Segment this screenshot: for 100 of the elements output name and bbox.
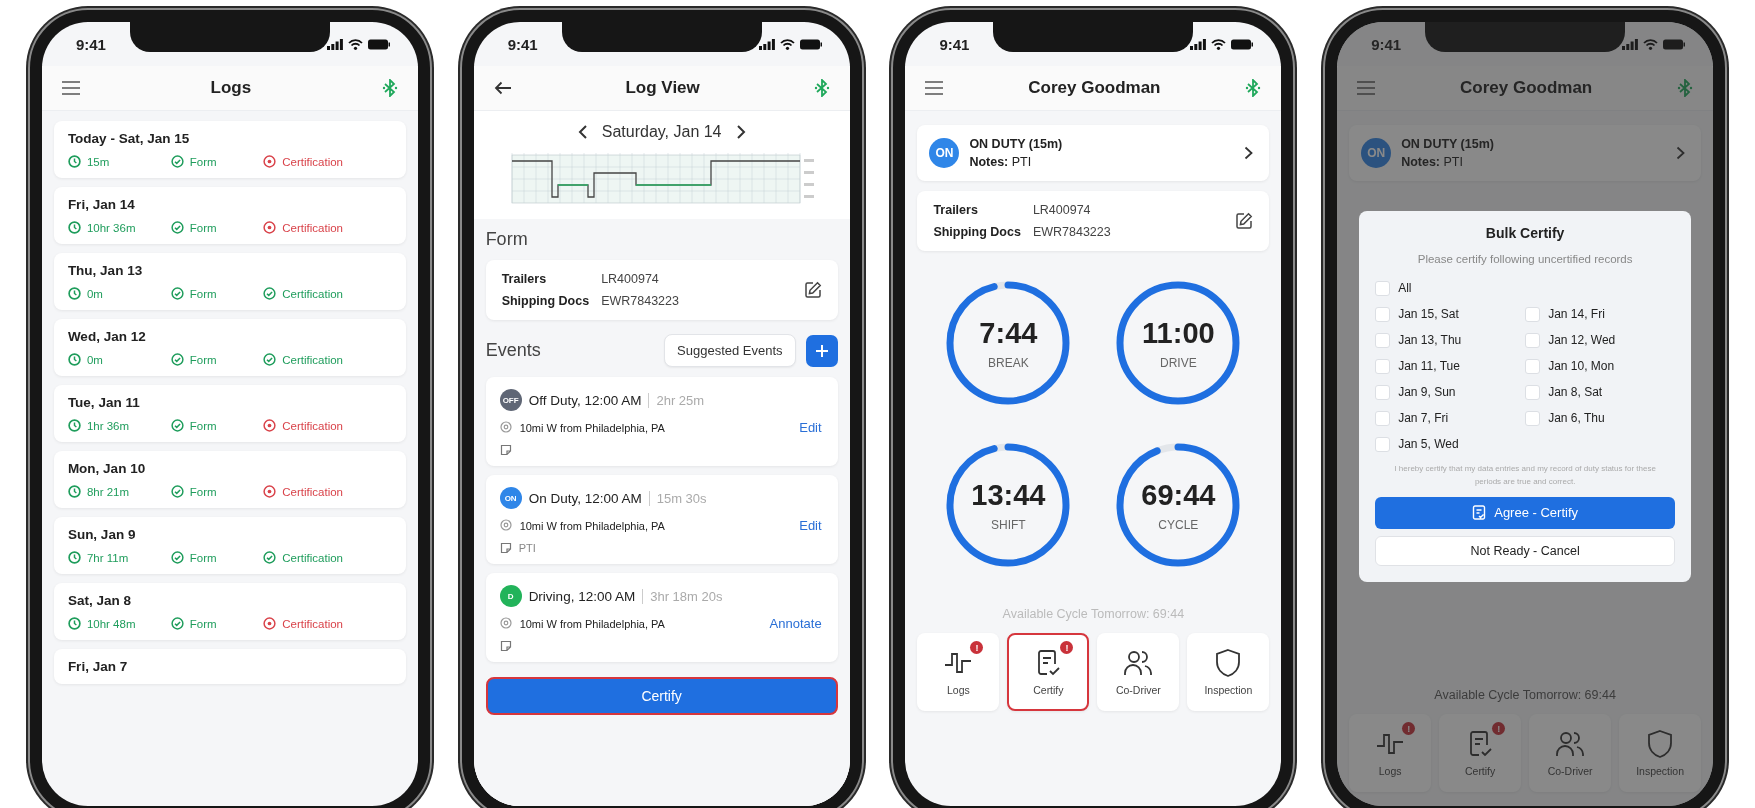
battery-icon: [799, 38, 822, 50]
chevron-left-icon[interactable]: [577, 125, 588, 139]
battery-icon: [1231, 38, 1254, 50]
checkbox[interactable]: [1525, 306, 1541, 322]
menu-icon[interactable]: [61, 81, 80, 95]
log-day-card[interactable]: Sun, Jan 9 7hr 11m Form Certification: [53, 517, 406, 574]
battery-icon: [1663, 38, 1686, 50]
field-value: LR400974: [601, 272, 660, 286]
duty-status-card[interactable]: ON ON DUTY (15m) Notes: PTI: [917, 125, 1270, 181]
chevron-right-icon[interactable]: [735, 125, 746, 139]
plus-icon: [814, 343, 829, 358]
drive-duration: 0m: [86, 287, 103, 300]
tab-button[interactable]: Logs !: [917, 633, 1000, 711]
note-icon[interactable]: [499, 542, 512, 554]
tab-button[interactable]: Certify !: [1007, 633, 1090, 711]
menu-icon[interactable]: [1357, 81, 1376, 95]
field-label: Trailers: [933, 203, 979, 217]
checkbox-label: Jan 12, Wed: [1548, 333, 1616, 347]
event-duration: 3hr 18m 20s: [642, 588, 723, 604]
status-time: 9:41: [75, 35, 106, 53]
log-date: Sun, Jan 9: [67, 527, 137, 542]
checkbox[interactable]: [1375, 384, 1391, 400]
duty-notes: Notes: PTI: [969, 155, 1033, 169]
bluetooth-icon[interactable]: [1677, 79, 1694, 97]
log-day-card[interactable]: Thu, Jan 13 0m Form Certification: [53, 253, 406, 310]
form-status: Form: [189, 485, 217, 498]
timer-value: 7:44: [979, 316, 1038, 350]
log-day-card[interactable]: Wed, Jan 12 0m Form Certification: [53, 319, 406, 376]
checkbox-label: All: [1398, 281, 1412, 295]
log-day-card[interactable]: Fri, Jan 14 10hr 36m Form Certification: [53, 187, 406, 244]
clock-icon: [67, 287, 81, 300]
checkbox-label: Jan 6, Thu: [1548, 411, 1605, 425]
checkbox[interactable]: [1375, 280, 1391, 296]
checkbox[interactable]: [1525, 384, 1541, 400]
status-badge: OFF: [499, 389, 522, 411]
checkbox[interactable]: [1525, 410, 1541, 426]
checkbox-label: Jan 5, Wed: [1398, 437, 1459, 451]
form-status: Form: [189, 551, 217, 564]
tab-button[interactable]: Certify !: [1439, 714, 1522, 792]
note-icon[interactable]: [499, 444, 512, 456]
clock-icon: [67, 551, 81, 564]
tab-button[interactable]: Inspection: [1187, 633, 1270, 711]
location-pin-icon: [499, 421, 512, 434]
field-value: EWR7843223: [1032, 225, 1111, 239]
tab-button[interactable]: Co-Driver: [1097, 633, 1180, 711]
checkbox-label: Jan 13, Thu: [1398, 333, 1462, 347]
status-time: 9:41: [507, 35, 538, 53]
timer-label: BREAK: [988, 355, 1029, 370]
log-date: Fri, Jan 14: [67, 197, 136, 212]
certification-statement: I hereby certify that my data entries and my record of duty status for these periods are true and correct.: [1393, 463, 1657, 488]
event-action-link[interactable]: Edit: [799, 420, 822, 435]
checkbox[interactable]: [1525, 358, 1541, 374]
edit-icon[interactable]: [803, 281, 822, 299]
section-heading: Events: [485, 340, 542, 361]
screen-title: Logs: [210, 78, 252, 98]
note-icon[interactable]: [499, 640, 512, 652]
timer-label: DRIVE: [1160, 355, 1197, 370]
checkbox[interactable]: [1375, 306, 1391, 322]
event-action-link[interactable]: Annotate: [769, 616, 822, 631]
wifi-icon: [1211, 38, 1227, 50]
back-arrow-icon[interactable]: [493, 81, 512, 95]
certification-status: Certification: [282, 353, 343, 366]
tab-button[interactable]: Co-Driver: [1529, 714, 1612, 792]
screen-title: Corey Goodman: [1028, 78, 1161, 98]
log-day-card[interactable]: Fri, Jan 7: [53, 649, 406, 684]
tab-button[interactable]: Logs !: [1349, 714, 1432, 792]
log-day-card[interactable]: Sat, Jan 8 10hr 48m Form Certification: [53, 583, 406, 640]
people-icon: [1123, 648, 1154, 678]
event-action-link[interactable]: Edit: [799, 518, 822, 533]
log-date: Wed, Jan 12: [67, 329, 147, 344]
duty-status: ON DUTY (15m): [969, 137, 1064, 151]
checkbox[interactable]: [1525, 332, 1541, 348]
bluetooth-icon[interactable]: [813, 79, 830, 97]
checkbox[interactable]: [1375, 410, 1391, 426]
agree-certify-button[interactable]: Agree - Certify: [1375, 496, 1676, 529]
battery-icon: [367, 38, 390, 50]
certify-button[interactable]: Certify: [485, 677, 838, 715]
bluetooth-icon[interactable]: [1245, 79, 1262, 97]
checkbox[interactable]: [1375, 358, 1391, 374]
bluetooth-icon[interactable]: [381, 79, 398, 97]
checkbox[interactable]: [1375, 436, 1391, 452]
log-day-card[interactable]: Today - Sat, Jan 15 15m Form Certification: [53, 121, 406, 178]
checkbox[interactable]: [1375, 332, 1391, 348]
cancel-button[interactable]: Not Ready - Cancel: [1375, 535, 1676, 566]
field-label: Shipping Docs: [501, 294, 590, 308]
status-badge: ON: [1361, 138, 1392, 168]
graph-row-totals: [803, 159, 814, 198]
event-title: Driving, 12:00 AM: [528, 588, 636, 604]
add-event-button[interactable]: [805, 334, 838, 367]
log-day-card[interactable]: Tue, Jan 11 1hr 36m Form Certification: [53, 385, 406, 442]
suggested-events-button[interactable]: Suggested Events: [664, 334, 796, 367]
location-pin-icon: [499, 617, 512, 630]
edit-icon[interactable]: [1235, 212, 1254, 230]
log-day-card[interactable]: Mon, Jan 10 8hr 21m Form Certification: [53, 451, 406, 508]
checkbox-label: Jan 8, Sat: [1548, 385, 1603, 399]
duty-status-card[interactable]: ON ON DUTY (15m) Notes: PTI: [1349, 125, 1702, 181]
menu-icon[interactable]: [925, 81, 944, 95]
event-duration: 2hr 25m: [648, 392, 705, 408]
form-status: Form: [189, 287, 217, 300]
tab-button[interactable]: Inspection: [1619, 714, 1702, 792]
